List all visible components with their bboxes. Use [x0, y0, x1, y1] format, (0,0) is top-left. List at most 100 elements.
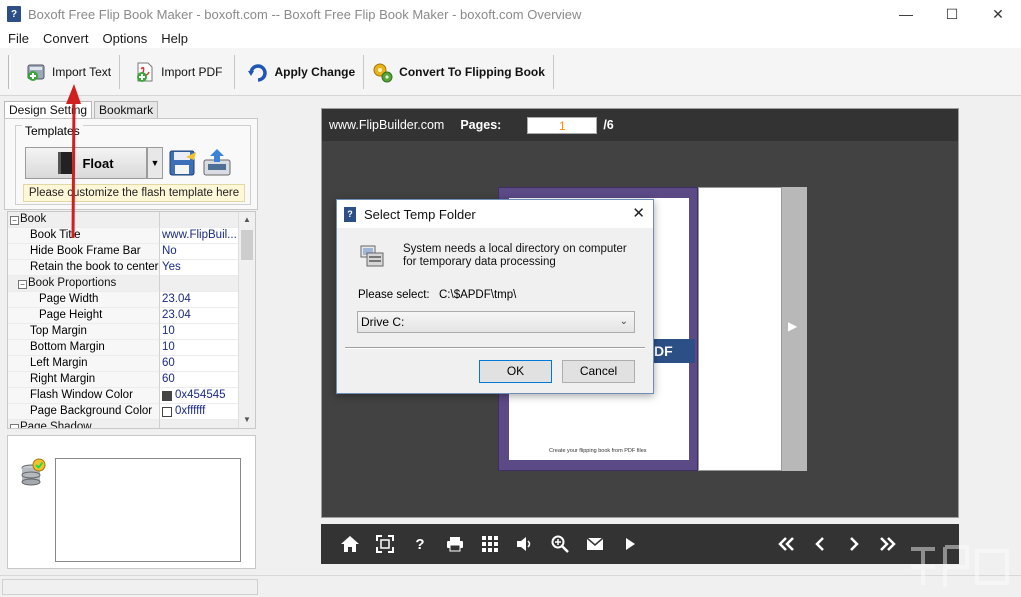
close-button[interactable]: ✕: [975, 0, 1021, 28]
template-hint[interactable]: Please customize the flash template here: [23, 184, 245, 202]
page-number-input[interactable]: 1: [527, 116, 598, 134]
import-text-label: Import Text: [52, 64, 112, 79]
zoom-in-icon[interactable]: [549, 533, 571, 555]
property-name-text: Top Margin: [30, 325, 87, 337]
property-value[interactable]: 23.04: [160, 292, 239, 308]
toolbar: Import Text Import PDF Apply Change Conv…: [0, 48, 1021, 96]
menu-help[interactable]: Help: [154, 31, 195, 46]
toolbar-grip: [8, 54, 11, 89]
apply-change-button[interactable]: Apply Change: [239, 54, 363, 90]
fullscreen-icon[interactable]: [374, 533, 396, 555]
previous-page-icon[interactable]: [809, 533, 831, 555]
property-value-text: 10: [162, 341, 175, 353]
convert-button[interactable]: Convert To Flipping Book: [364, 54, 553, 90]
property-value[interactable]: 10: [160, 324, 239, 340]
property-name: Right Margin: [8, 372, 160, 388]
property-name-text: Retain the book to center: [30, 261, 159, 273]
property-row[interactable]: Book Title www.FlipBuil...: [8, 228, 239, 244]
import-pdf-label: Import PDF: [161, 64, 223, 79]
book-right-page[interactable]: [698, 187, 782, 471]
template-dropdown-button[interactable]: ▼: [147, 147, 163, 179]
left-tabs: Design Setting Bookmark: [4, 101, 160, 119]
property-value[interactable]: 60: [160, 372, 239, 388]
description-box: [55, 458, 241, 562]
menu-options[interactable]: Options: [95, 31, 154, 46]
minimize-button[interactable]: —: [883, 0, 929, 28]
property-category[interactable]: − Book: [8, 212, 239, 228]
property-grid-scrollbar[interactable]: ▲ ▼: [238, 212, 255, 428]
property-row[interactable]: Top Margin 10: [8, 324, 239, 340]
property-value[interactable]: 60: [160, 356, 239, 372]
templates-label: Templates: [22, 124, 83, 138]
email-icon[interactable]: [584, 533, 606, 555]
property-value[interactable]: 0x454545: [160, 388, 239, 404]
help-icon[interactable]: ?: [409, 533, 431, 555]
autoplay-icon[interactable]: [619, 533, 641, 555]
property-row[interactable]: Page Width 23.04: [8, 292, 239, 308]
scroll-down-arrow[interactable]: ▼: [239, 412, 255, 428]
color-swatch[interactable]: [162, 406, 172, 417]
drive-select[interactable]: Drive C: ⌄: [357, 311, 635, 333]
first-page-icon[interactable]: [775, 533, 797, 555]
book-icon: [58, 152, 73, 174]
menu-convert[interactable]: Convert: [36, 31, 96, 46]
property-row[interactable]: Hide Book Frame Bar No: [8, 244, 239, 260]
property-value[interactable]: [160, 212, 239, 228]
load-template-icon[interactable]: [202, 148, 232, 178]
property-value[interactable]: Yes: [160, 260, 239, 276]
color-swatch[interactable]: [162, 390, 172, 401]
property-value[interactable]: 23.04: [160, 308, 239, 324]
property-name: Book Title: [8, 228, 160, 244]
next-page-icon[interactable]: [843, 533, 865, 555]
property-row[interactable]: Page Background Color 0xffffff: [8, 404, 239, 420]
property-row[interactable]: Retain the book to center Yes: [8, 260, 239, 276]
last-page-icon[interactable]: [877, 533, 899, 555]
property-name: Flash Window Color: [8, 388, 160, 404]
dialog-message: System needs a local directory on comput…: [403, 243, 627, 268]
menu-bar: File Convert Options Help: [0, 28, 1021, 48]
template-selector[interactable]: Float: [25, 147, 147, 179]
collapse-icon[interactable]: −: [10, 216, 19, 225]
menu-file[interactable]: File: [0, 31, 36, 46]
property-row[interactable]: Left Margin 60: [8, 356, 239, 372]
property-category[interactable]: − Page Shadow: [8, 420, 239, 428]
property-name: − Page Shadow: [8, 420, 160, 428]
property-value[interactable]: [160, 420, 239, 428]
flipbuilder-url[interactable]: www.FlipBuilder.com: [329, 118, 444, 132]
page-total: /6: [603, 118, 614, 132]
dialog-close-icon[interactable]: ✕: [632, 204, 645, 222]
property-value[interactable]: No: [160, 244, 239, 260]
property-name: Page Width: [8, 292, 160, 308]
scroll-thumb[interactable]: [241, 230, 253, 260]
tab-design-setting[interactable]: Design Setting: [4, 101, 93, 119]
collapse-icon[interactable]: −: [10, 424, 19, 428]
property-value-text: 0xffffff: [175, 405, 206, 417]
maximize-button[interactable]: ☐: [929, 0, 975, 28]
cancel-button[interactable]: Cancel: [562, 360, 635, 383]
ok-button[interactable]: OK: [479, 360, 552, 383]
property-value[interactable]: 10: [160, 340, 239, 356]
next-page-arrow-icon[interactable]: ▶: [788, 319, 797, 333]
save-template-icon[interactable]: [168, 148, 198, 178]
property-name-text: Book: [20, 213, 47, 225]
property-row[interactable]: Flash Window Color 0x454545: [8, 388, 239, 404]
home-icon[interactable]: [339, 533, 361, 555]
property-name: − Book: [8, 212, 160, 228]
status-bar: [0, 575, 1021, 597]
description-area: [7, 435, 256, 569]
property-row[interactable]: Page Height 23.04: [8, 308, 239, 324]
property-value[interactable]: www.FlipBuil...: [160, 228, 239, 244]
print-icon[interactable]: [444, 533, 466, 555]
thumbnails-icon[interactable]: [479, 533, 501, 555]
property-category[interactable]: − Book Proportions: [8, 276, 239, 292]
import-text-button[interactable]: Import Text: [17, 54, 119, 90]
property-value[interactable]: 0xffffff: [160, 404, 239, 420]
sound-icon[interactable]: [514, 533, 536, 555]
property-row[interactable]: Bottom Margin 10: [8, 340, 239, 356]
collapse-icon[interactable]: −: [18, 280, 27, 289]
tab-bookmark[interactable]: Bookmark: [94, 101, 159, 119]
property-row[interactable]: Right Margin 60: [8, 372, 239, 388]
import-pdf-button[interactable]: Import PDF: [126, 54, 230, 90]
scroll-up-arrow[interactable]: ▲: [239, 212, 255, 228]
property-value[interactable]: [160, 276, 239, 292]
